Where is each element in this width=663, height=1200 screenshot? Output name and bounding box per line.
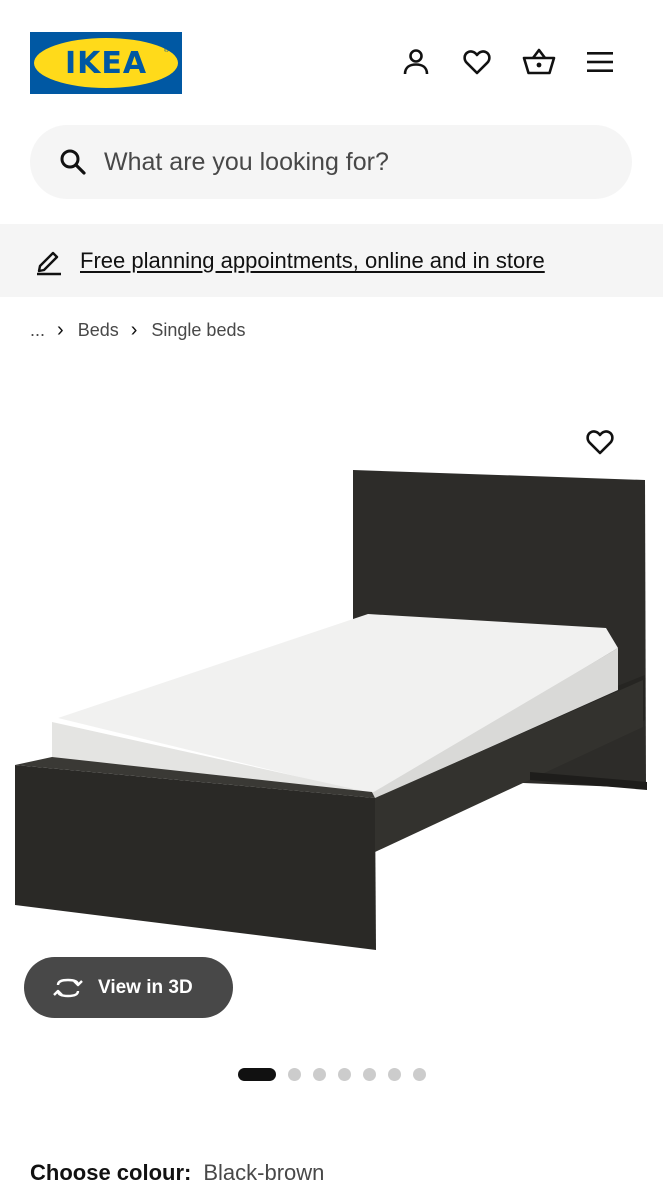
pencil-icon: [37, 251, 61, 276]
breadcrumb-ellipsis[interactable]: ...: [30, 320, 45, 341]
top-header: IKEA ®: [0, 0, 663, 120]
carousel-dot-4[interactable]: [338, 1067, 351, 1081]
search-bar[interactable]: [30, 125, 632, 199]
breadcrumb-single-beds[interactable]: Single beds: [151, 320, 245, 341]
carousel-dot-5[interactable]: [363, 1067, 376, 1081]
planning-banner: Free planning appointments, online and i…: [0, 224, 663, 297]
basket-button[interactable]: [519, 42, 559, 82]
person-icon: [403, 49, 429, 75]
heart-icon: [463, 50, 491, 75]
chevron-right-icon: ›: [130, 318, 138, 341]
carousel-dot-3[interactable]: [313, 1067, 326, 1081]
product-page: IKEA ® What are you looking for? Free pl…: [0, 0, 663, 1200]
breadcrumb: ... › Beds › Single beds: [30, 316, 245, 344]
view-in-3d-label: View in 3D: [98, 976, 193, 998]
favourites-button[interactable]: [457, 42, 497, 82]
breadcrumb-beds[interactable]: Beds: [78, 320, 119, 341]
colour-label: Choose colour:: [30, 1160, 192, 1185]
carousel-dot-1[interactable]: [238, 1067, 276, 1081]
carousel-dot-6[interactable]: [388, 1067, 401, 1081]
colour-selector[interactable]: Choose colour: Black-brown: [30, 1160, 324, 1194]
basket-icon: [522, 48, 556, 75]
ikea-logo[interactable]: IKEA ®: [30, 32, 182, 94]
logo-text: IKEA: [64, 45, 148, 81]
account-button[interactable]: [396, 42, 436, 82]
search-icon: [60, 149, 86, 175]
chevron-right-icon: ›: [57, 318, 64, 341]
menu-button[interactable]: [580, 42, 620, 82]
carousel-dot-2[interactable]: [288, 1067, 301, 1081]
view-in-3d-button[interactable]: View in 3D: [24, 957, 233, 1018]
product-image[interactable]: [0, 360, 663, 960]
rotate-3d-icon: [53, 978, 83, 997]
add-to-favourites-button[interactable]: [582, 424, 618, 460]
planning-appointments-link[interactable]: Free planning appointments, online and i…: [80, 224, 545, 297]
carousel-dot-7[interactable]: [413, 1067, 426, 1081]
logo-registered-mark: ®: [163, 47, 169, 54]
heart-icon: [586, 430, 614, 455]
search-input[interactable]: [104, 125, 604, 199]
menu-icon: [587, 52, 613, 72]
carousel-indicator: [238, 1067, 426, 1081]
colour-value: Black-brown: [203, 1160, 325, 1185]
